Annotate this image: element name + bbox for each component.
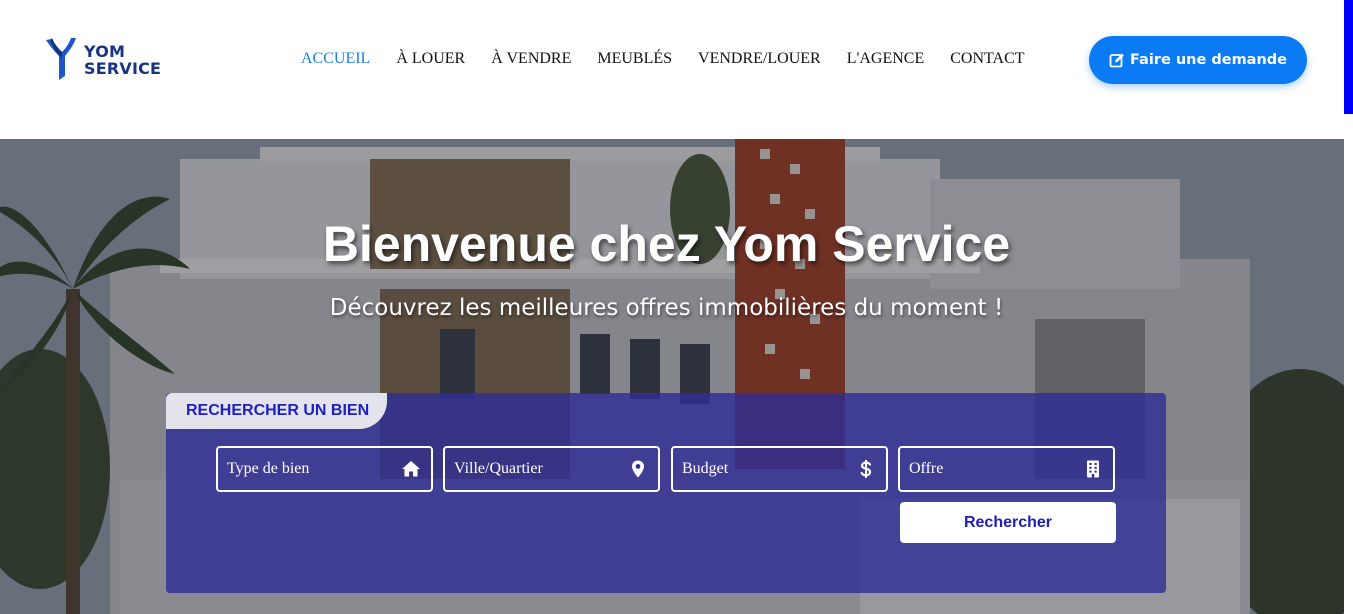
- nav-meubles[interactable]: MEUBLÉS: [597, 50, 672, 68]
- site-header: YOM SERVICE ACCUEIL À LOUER À VENDRE MEU…: [0, 0, 1353, 139]
- building-icon: [1087, 460, 1099, 478]
- brand-logo[interactable]: YOM SERVICE: [44, 36, 161, 84]
- city-district-label: Ville/Quartier: [454, 460, 543, 477]
- search-button[interactable]: Rechercher: [900, 502, 1116, 543]
- hero-subtitle: Découvrez les meilleures offres immobili…: [329, 295, 1004, 321]
- hero-title: Bienvenue chez Yom Service: [322, 216, 1011, 272]
- nav-agence[interactable]: L'AGENCE: [847, 50, 925, 68]
- map-pin-icon: [632, 460, 644, 478]
- property-search-panel: RECHERCHER UN BIEN Type de bien Ville/Qu…: [166, 393, 1166, 593]
- dollar-icon: [860, 460, 872, 478]
- nav-a-louer[interactable]: À LOUER: [396, 50, 465, 68]
- city-district-select[interactable]: Ville/Quartier: [443, 446, 660, 492]
- offer-select[interactable]: Offre: [898, 446, 1115, 492]
- budget-label: Budget: [682, 460, 729, 477]
- nav-accueil[interactable]: ACCUEIL: [301, 50, 370, 68]
- main-nav: ACCUEIL À LOUER À VENDRE MEUBLÉS VENDRE/…: [301, 50, 1025, 68]
- nav-a-vendre[interactable]: À VENDRE: [491, 50, 571, 68]
- offer-label: Offre: [909, 460, 944, 477]
- nav-contact[interactable]: CONTACT: [950, 50, 1024, 68]
- request-button-label: Faire une demande: [1129, 52, 1287, 68]
- hero-banner: Bienvenue chez Yom Service Découvrez les…: [0, 139, 1344, 614]
- brand-line-2: SERVICE: [84, 59, 162, 78]
- property-type-select[interactable]: Type de bien: [216, 446, 433, 492]
- home-icon: [402, 461, 420, 477]
- property-type-label: Type de bien: [227, 460, 310, 477]
- budget-select[interactable]: Budget: [671, 446, 888, 492]
- search-tab-label: RECHERCHER UN BIEN: [166, 393, 387, 429]
- request-button[interactable]: Faire une demande: [1089, 36, 1307, 84]
- edit-icon: [1109, 53, 1124, 68]
- yom-y-monogram-icon: [46, 38, 76, 80]
- scroll-accent-bar: [1344, 0, 1353, 114]
- brand-wordmark: YOM SERVICE: [84, 43, 161, 77]
- brand-line-1: YOM: [84, 42, 126, 61]
- nav-vendre-louer[interactable]: VENDRE/LOUER: [698, 50, 821, 68]
